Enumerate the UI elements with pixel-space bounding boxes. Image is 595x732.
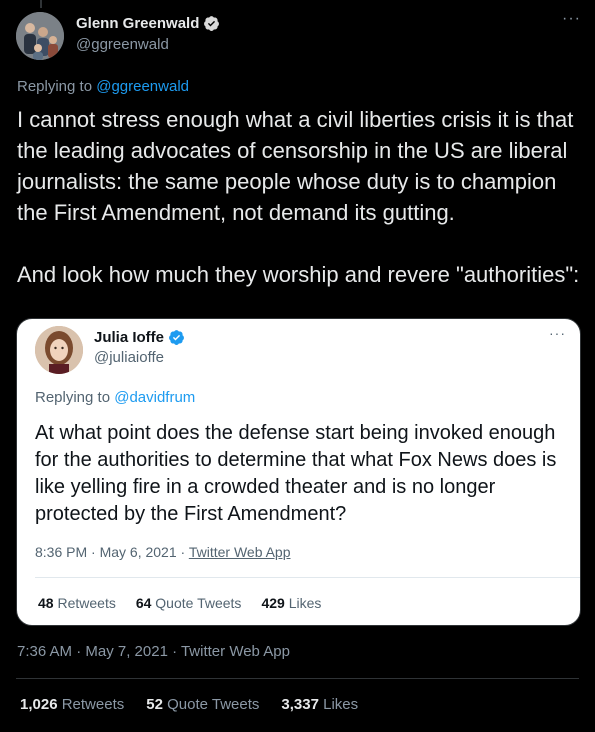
likes-count: 3,337 (281, 696, 319, 713)
quoted-tweet-meta: 8:36 PM · May 6, 2021 · Twitter Web App (35, 544, 291, 560)
replying-to: Replying to @ggreenwald (17, 78, 189, 95)
tweet-stats: 1,026 Retweets 52 Quote Tweets 3,337 Lik… (20, 696, 358, 713)
quote-tweets-label: Quote Tweets (167, 696, 260, 713)
retweets-label: Retweets (57, 595, 116, 611)
quote-tweets-count: 64 (135, 595, 152, 611)
verified-badge-icon (204, 16, 220, 31)
quoted-author-name[interactable]: Julia Ioffe (94, 329, 164, 346)
divider (35, 577, 580, 578)
retweets-label: Retweets (61, 696, 125, 713)
author-name[interactable]: Glenn Greenwald (76, 15, 199, 32)
quote-tweets-label: Quote Tweets (155, 595, 242, 611)
author-handle[interactable]: @ggreenwald (76, 36, 169, 53)
quoted-likes-stat[interactable]: 429 Likes (261, 595, 321, 611)
likes-label: Likes (288, 595, 322, 611)
retweets-count: 1,026 (20, 696, 58, 713)
thread-connector-line (40, 0, 42, 8)
quote-tweets-count: 52 (146, 696, 163, 713)
quoted-replying-to: Replying to @davidfrum (35, 389, 195, 406)
likes-stat[interactable]: 3,337 Likes (281, 696, 358, 713)
tweet-header: Glenn Greenwald @ggreenwald ··· (16, 11, 581, 62)
retweets-count: 48 (38, 595, 54, 611)
verified-badge-icon (169, 330, 184, 345)
replying-label: Replying to (17, 78, 93, 95)
more-dots-icon[interactable]: ··· (562, 11, 581, 27)
quoted-quote-tweets-stat[interactable]: 64 Quote Tweets (136, 595, 242, 611)
likes-count: 429 (261, 595, 285, 611)
avatar[interactable] (16, 12, 64, 60)
replying-label: Replying to (35, 389, 111, 406)
more-dots-icon[interactable]: ··· (549, 325, 566, 341)
quoted-retweets-stat[interactable]: 48 Retweets (38, 595, 116, 611)
replying-to-link[interactable]: @davidfrum (114, 389, 195, 406)
likes-label: Likes (323, 696, 359, 713)
tweet-text: I cannot stress enough what a civil libe… (17, 107, 580, 287)
quoted-tweet-card[interactable]: Julia Ioffe @juliaioffe ··· Replying to … (16, 318, 581, 626)
retweets-stat[interactable]: 1,026 Retweets (20, 696, 124, 713)
quoted-avatar[interactable] (35, 326, 83, 374)
replying-to-link[interactable]: @ggreenwald (96, 78, 189, 95)
tweet-meta[interactable]: 7:36 AM · May 7, 2021 · Twitter Web App (17, 643, 290, 660)
quoted-tweet-text: At what point does the defense start bei… (35, 422, 557, 525)
quoted-author-handle[interactable]: @juliaioffe (94, 349, 164, 366)
quoted-timestamp[interactable]: 8:36 PM · May 6, 2021 · (35, 544, 189, 560)
divider (16, 678, 579, 679)
quoted-stats: 48 Retweets 64 Quote Tweets 429 Likes (38, 595, 321, 611)
quoted-source-app[interactable]: Twitter Web App (189, 544, 291, 560)
quote-tweets-stat[interactable]: 52 Quote Tweets (146, 696, 259, 713)
